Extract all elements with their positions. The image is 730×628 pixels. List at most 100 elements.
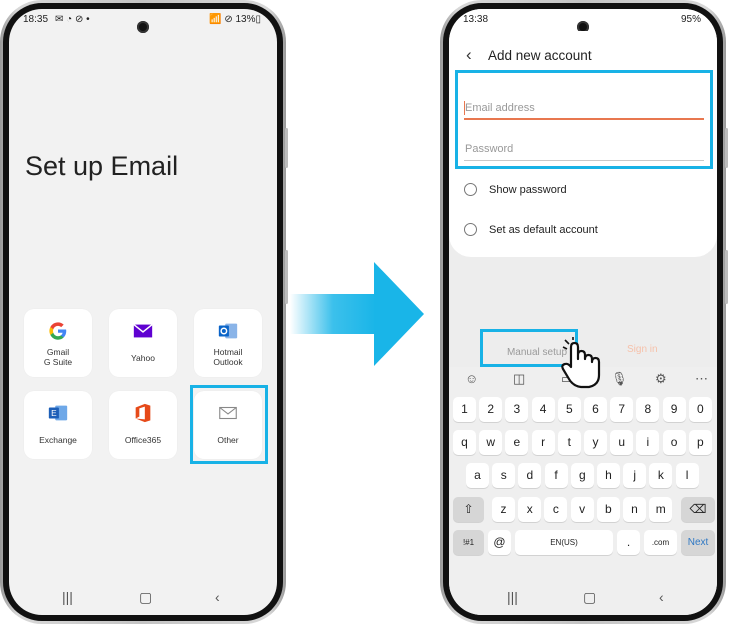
key-z[interactable]: z xyxy=(492,497,515,522)
yahoo-envelope-icon xyxy=(133,324,153,338)
key-v[interactable]: v xyxy=(570,497,594,522)
account-label-outlook: Outlook xyxy=(213,357,243,367)
key-p[interactable]: p xyxy=(688,430,712,455)
keyboard: ☺ ◫ ▭ 🎙 ⚙ ⋯ 1234567890qwertyuiopasdfghjk… xyxy=(449,367,717,581)
phone-right: 13:38 95% ‹ Add new account Email addres… xyxy=(440,0,728,624)
key-o[interactable]: o xyxy=(662,430,686,455)
show-password-label: Show password xyxy=(489,184,567,196)
highlight-box-other xyxy=(190,385,268,464)
office-icon xyxy=(135,403,151,423)
key-s[interactable]: s xyxy=(492,463,516,488)
account-label-gsuite: G Suite xyxy=(43,357,73,367)
next-key[interactable]: Next xyxy=(681,530,715,555)
page-title: Add new account xyxy=(488,48,592,63)
recents-button[interactable]: ||| xyxy=(62,589,73,605)
power-button xyxy=(725,250,728,304)
phone-left: 18:35 ✉ ◔ ⊘ • 📶 ⊘ 13%▯ Set up Email Gmai… xyxy=(0,0,288,624)
dot-key[interactable]: . xyxy=(617,530,640,555)
sign-in-button[interactable]: Sign in xyxy=(627,344,658,355)
account-label-exchange: Exchange xyxy=(39,435,77,445)
volume-button xyxy=(725,128,728,168)
setup-email-screen: 18:35 ✉ ◔ ⊘ • 📶 ⊘ 13%▯ Set up Email Gmai… xyxy=(9,9,277,615)
home-button[interactable]: ▢ xyxy=(583,589,596,606)
key-k[interactable]: k xyxy=(649,463,673,488)
key-3[interactable]: 3 xyxy=(505,397,529,422)
key-m[interactable]: m xyxy=(649,497,673,522)
key-6[interactable]: 6 xyxy=(584,397,607,422)
key-t[interactable]: t xyxy=(557,430,581,455)
status-right: 📶 ⊘ 13%▯ xyxy=(209,14,261,25)
key-d[interactable]: d xyxy=(518,463,542,488)
volume-button xyxy=(285,128,288,168)
account-label-office365: Office365 xyxy=(124,435,162,445)
at-key[interactable]: @ xyxy=(488,530,511,555)
account-tile-exchange[interactable]: E Exchange xyxy=(24,391,92,459)
key-h[interactable]: h xyxy=(597,463,620,488)
key-n[interactable]: n xyxy=(623,497,646,522)
key-g[interactable]: g xyxy=(570,463,594,488)
recents-button[interactable]: ||| xyxy=(507,589,518,605)
status-battery: 95% xyxy=(680,14,701,25)
key-e[interactable]: e xyxy=(505,430,529,455)
nav-bar: ||| ▢ ‹ xyxy=(449,581,717,615)
radio-icon[interactable] xyxy=(464,183,477,196)
key-l[interactable]: l xyxy=(675,463,699,488)
account-tile-hotmail[interactable]: Hotmail Outlook xyxy=(194,309,262,377)
sticker-icon[interactable]: ◫ xyxy=(513,371,525,387)
key-a[interactable]: a xyxy=(466,463,489,488)
emoji-icon[interactable]: ☺ xyxy=(465,371,478,386)
status-left-icons: ✉ ◔ ⊘ • xyxy=(55,14,90,25)
key-9[interactable]: 9 xyxy=(662,397,686,422)
google-icon xyxy=(49,322,67,340)
key-1[interactable]: 1 xyxy=(453,397,476,422)
default-account-label: Set as default account xyxy=(489,224,598,236)
key-q[interactable]: q xyxy=(453,430,476,455)
account-tile-gmail[interactable]: Gmail G Suite xyxy=(24,309,92,377)
settings-gear-icon[interactable]: ⚙ xyxy=(655,371,667,387)
status-time: 18:35 xyxy=(23,14,49,25)
key-2[interactable]: 2 xyxy=(479,397,503,422)
back-button[interactable]: ‹ xyxy=(659,589,664,605)
front-camera xyxy=(137,21,149,33)
space-key[interactable]: EN(US) xyxy=(515,530,613,555)
home-button[interactable]: ▢ xyxy=(139,589,152,606)
key-w[interactable]: w xyxy=(479,430,503,455)
hand-pointer-icon xyxy=(561,337,601,389)
arrow-right-icon xyxy=(290,262,424,366)
key-i[interactable]: i xyxy=(636,430,660,455)
back-arrow-icon[interactable]: ‹ xyxy=(466,45,472,65)
account-label-gmail: Gmail xyxy=(46,347,70,357)
key-5[interactable]: 5 xyxy=(557,397,581,422)
key-u[interactable]: u xyxy=(610,430,634,455)
power-button xyxy=(285,250,288,304)
shift-key[interactable]: ⇧ xyxy=(453,497,484,522)
svg-text:E: E xyxy=(51,409,57,418)
key-b[interactable]: b xyxy=(596,497,620,522)
key-r[interactable]: r xyxy=(531,430,555,455)
symbols-key[interactable]: !#1 xyxy=(453,530,484,555)
more-icon[interactable]: ⋯ xyxy=(695,371,708,387)
add-account-screen: 13:38 95% ‹ Add new account Email addres… xyxy=(449,9,717,615)
backspace-key[interactable]: ⌫ xyxy=(681,497,715,522)
key-4[interactable]: 4 xyxy=(531,397,555,422)
key-f[interactable]: f xyxy=(544,463,568,488)
key-0[interactable]: 0 xyxy=(688,397,712,422)
key-8[interactable]: 8 xyxy=(636,397,660,422)
nav-bar: ||| ▢ ‹ xyxy=(9,581,277,615)
radio-icon[interactable] xyxy=(464,223,477,236)
outlook-icon xyxy=(218,323,238,339)
status-time: 13:38 xyxy=(463,14,489,25)
key-c[interactable]: c xyxy=(544,497,568,522)
highlight-box-fields xyxy=(455,70,713,169)
back-button[interactable]: ‹ xyxy=(215,589,220,605)
key-x[interactable]: x xyxy=(518,497,542,522)
account-tile-yahoo[interactable]: Yahoo xyxy=(109,309,177,377)
key-7[interactable]: 7 xyxy=(610,397,634,422)
dotcom-key[interactable]: .com xyxy=(644,530,677,555)
account-label-yahoo: Yahoo xyxy=(131,353,155,363)
account-tile-office365[interactable]: Office365 xyxy=(109,391,177,459)
account-label-hotmail: Hotmail xyxy=(213,347,243,357)
mic-icon[interactable]: 🎙 xyxy=(611,371,628,387)
key-y[interactable]: y xyxy=(584,430,607,455)
key-j[interactable]: j xyxy=(623,463,647,488)
